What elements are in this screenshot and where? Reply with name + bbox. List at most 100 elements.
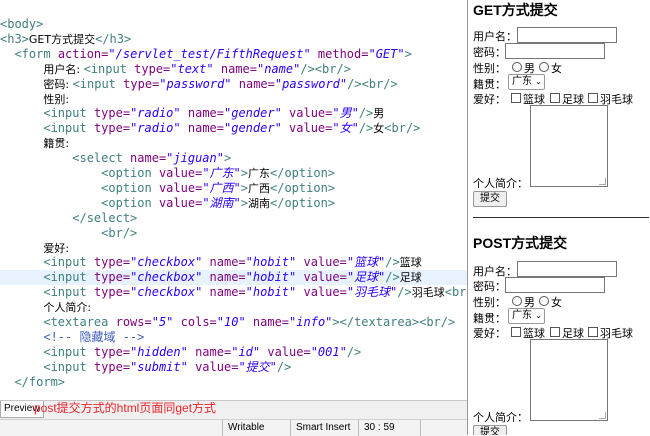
post-hobby-label: 爱好： [473,328,506,340]
code-line[interactable]: <option value="广东">广东</option> [0,166,467,181]
code-token: <option [101,166,159,180]
code-token: type= [93,344,131,359]
code-token: 足球 [399,271,422,285]
code-token: "password" [274,76,348,91]
code-token: /> [385,255,400,270]
post-checkbox-football[interactable] [550,327,560,337]
chevron-down-icon: ⌄ [535,311,542,320]
code-line[interactable]: <input type="radio" name="gender" value=… [0,106,467,121]
code-line[interactable]: <input type="hidden" name="id" value="00… [0,345,467,360]
post-username-input[interactable] [517,261,617,277]
code-token: /> [397,285,412,300]
get-checkbox-football[interactable] [550,93,560,103]
get-intro-textarea[interactable] [530,105,608,187]
code-token: "羽毛球" [346,285,398,300]
post-radio-male[interactable] [512,296,522,306]
code-line[interactable]: 籍贯: [0,136,467,151]
get-username-input[interactable] [517,27,617,43]
code-line[interactable]: <option value="广西">广西</option> [0,181,467,196]
code-token: name= [202,270,246,285]
code-token: "info" [289,315,333,329]
code-line[interactable]: <select name="jiguan"> [0,151,467,166]
code-line[interactable]: <input type="submit" value="提交"/> [0,360,467,375]
code-line[interactable]: 爱好: [0,241,467,256]
chevron-down-icon: ⌄ [535,77,542,86]
code-editor[interactable]: <body> <h3>GET方式提交</h3> <form action="/se… [0,0,467,400]
post-submit-button[interactable]: 提交 [473,425,507,435]
code-line[interactable]: <input type="radio" name="gender" value=… [0,121,467,136]
code-token: "hobit" [245,270,297,285]
code-token: value= [296,270,347,285]
code-line[interactable]: <!-- 隐藏域 --> [0,330,467,345]
code-token: "gender" [224,121,282,136]
insert-mode-status: Smart Insert [290,420,358,436]
code-token: 爱好: [43,241,70,255]
code-token: "广西" [202,180,241,195]
code-token: 广西 [248,181,270,195]
code-line[interactable]: <option value="湖南">湖南</option> [0,196,467,211]
code-token: <form [14,46,58,61]
code-line[interactable]: </form> [0,375,467,390]
code-token: value= [296,255,347,270]
get-radio-male[interactable] [512,62,522,72]
post-intro-label: 个人简介： [473,412,528,424]
post-checkbox-badminton[interactable] [588,327,598,337]
code-token: /><br/> [347,76,398,91]
post-checkbox-basketball[interactable] [511,327,521,337]
code-token: <input [43,359,94,374]
code-line[interactable]: </select> [0,211,467,226]
code-token: value= [158,195,203,210]
status-bar: Writable Smart Insert 30 : 59 [0,419,467,436]
code-token: <textarea [43,315,116,329]
get-submit-button[interactable]: 提交 [473,191,507,207]
code-line[interactable]: <input type="checkbox" name="hobit" valu… [0,270,467,286]
code-token: /> [358,106,374,121]
code-token: method= [310,46,369,61]
get-checkbox-badminton[interactable] [588,93,598,103]
code-token: <input [43,285,94,300]
caption-annotation: post提交方式的html页面同get方式 [34,401,217,415]
code-line[interactable]: <input type="checkbox" name="hobit" valu… [0,285,467,300]
code-token: > [404,46,412,61]
code-line[interactable]: <form action="/servlet_test/FifthRequest… [0,47,467,62]
code-token: value= [158,180,203,195]
get-radio-female[interactable] [539,62,549,72]
post-jiguan-select[interactable]: 广东 ⌄ [508,308,545,324]
code-token: name= [213,61,257,76]
post-password-input[interactable] [505,277,605,293]
get-password-input[interactable] [505,43,605,59]
code-token: <body> [0,17,44,31]
code-token: /> [385,270,400,285]
code-token: <select [72,151,131,166]
code-token: <br/> [101,225,138,240]
post-password-label: 密码： [473,281,506,293]
get-jiguan-select[interactable]: 广东 ⌄ [508,74,545,90]
get-checkbox-basketball[interactable] [511,93,521,103]
code-token: <br/> [384,121,421,136]
code-token: value= [296,285,347,300]
code-line[interactable]: 个人简介: [0,300,467,315]
code-line[interactable]: <h3>GET方式提交</h3> [0,32,467,47]
code-line[interactable]: <input type="checkbox" name="hobit" valu… [0,255,467,270]
post-radio-female[interactable] [539,296,549,306]
code-line[interactable]: <textarea rows="5" cols="10" name="info"… [0,315,467,330]
code-line[interactable]: <body> [0,17,467,32]
code-line[interactable]: 用户名: <input type="text" name="name"/><br… [0,62,467,77]
code-token: <input [43,344,94,359]
code-token: "submit" [130,359,188,374]
code-line[interactable]: 性别: [0,92,467,107]
form-divider [473,217,649,218]
code-line[interactable]: <br/> [0,226,467,241]
resize-grip-icon[interactable] [599,412,606,419]
code-token: type= [134,61,171,76]
code-line[interactable]: 密码: <input type="password" name="passwor… [0,77,467,92]
get-jiguan-value: 广东 [512,76,532,87]
resize-grip-icon[interactable] [599,178,606,185]
code-token: <input [43,255,94,270]
post-intro-textarea[interactable] [530,339,608,421]
